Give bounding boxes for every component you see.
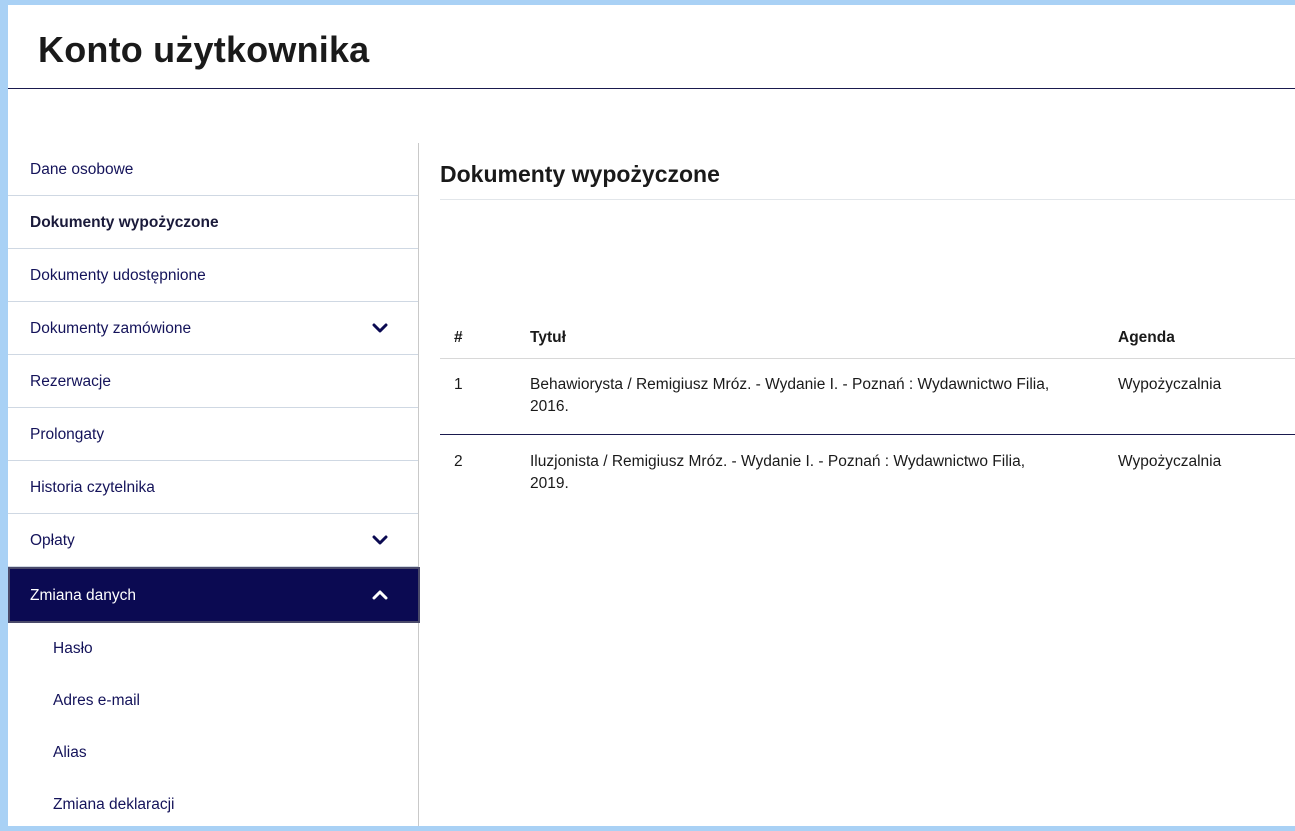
sidebar-item-label: Opłaty	[30, 532, 75, 549]
row-agenda: Wypożyczalnia	[1118, 376, 1222, 393]
table-header-row: # Tytuł Agenda	[440, 321, 1295, 359]
sidebar-item-label: Rezerwacje	[30, 373, 111, 390]
page-header: Konto użytkownika	[8, 5, 1295, 89]
table-row[interactable]: 1 Behawiorysta / Remigiusz Mróz. - Wydan…	[440, 359, 1295, 435]
sidebar-item-label: Zmiana danych	[30, 587, 136, 604]
sidebar-item-dokumenty-zamowione[interactable]: Dokumenty zamówione	[8, 302, 418, 355]
section-title: Dokumenty wypożyczone	[440, 161, 720, 187]
column-header-num: #	[454, 329, 463, 346]
row-number: 2	[454, 453, 463, 470]
sidebar-item-label: Dokumenty zamówione	[30, 320, 192, 337]
column-header-agenda[interactable]: Agenda	[1118, 329, 1175, 347]
chevron-down-icon[interactable]	[372, 532, 388, 548]
column-header-title[interactable]: Tytuł	[530, 329, 1050, 347]
sidebar-item-oplaty[interactable]: Opłaty	[8, 514, 418, 567]
sidebar-subitem-label: Zmiana deklaracji	[53, 796, 175, 813]
sidebar-item-zmiana-danych[interactable]: Zmiana danych	[8, 567, 420, 623]
sidebar-subitem-label: Alias	[53, 744, 87, 761]
sidebar-subitem-adres-email[interactable]: Adres e-mail	[8, 675, 418, 727]
page-title: Konto użytkownika	[38, 29, 370, 70]
sidebar-item-rezerwacje[interactable]: Rezerwacje	[8, 355, 418, 408]
sidebar-subitem-label: Adres e-mail	[53, 692, 140, 709]
row-number: 1	[454, 376, 463, 393]
row-title: Iluzjonista / Remigiusz Mróz. - Wydanie …	[530, 453, 1026, 492]
row-title: Behawiorysta / Remigiusz Mróz. - Wydanie…	[530, 376, 1050, 415]
sidebar-subitem-zmiana-deklaracji[interactable]: Zmiana deklaracji	[8, 779, 418, 831]
chevron-up-icon[interactable]	[372, 587, 388, 603]
sidebar-item-dokumenty-wypozyczone[interactable]: Dokumenty wypożyczone	[8, 196, 418, 249]
account-page: Konto użytkownika Dane osobowe Dokumenty…	[8, 5, 1295, 826]
table-row[interactable]: 2 Iluzjonista / Remigiusz Mróz. - Wydani…	[440, 436, 1295, 512]
sidebar-item-dokumenty-udostepnione[interactable]: Dokumenty udostępnione	[8, 249, 418, 302]
account-sidebar: Dane osobowe Dokumenty wypożyczone Dokum…	[8, 143, 420, 826]
section-divider	[440, 199, 1295, 200]
sidebar-item-label: Prolongaty	[30, 426, 105, 443]
sidebar-item-dane-osobowe[interactable]: Dane osobowe	[8, 143, 418, 196]
sidebar-subitem-label: Hasło	[53, 640, 93, 657]
sidebar-item-prolongaty[interactable]: Prolongaty	[8, 408, 418, 461]
sidebar-item-label: Dane osobowe	[30, 161, 134, 178]
sidebar-item-label: Dokumenty udostępnione	[30, 267, 206, 284]
sidebar-subitem-alias[interactable]: Alias	[8, 727, 418, 779]
sidebar-subitem-haslo[interactable]: Hasło	[8, 623, 418, 675]
sidebar-item-label: Historia czytelnika	[30, 479, 155, 496]
sidebar-item-historia-czytelnika[interactable]: Historia czytelnika	[8, 461, 418, 514]
chevron-down-icon[interactable]	[372, 320, 388, 336]
row-agenda: Wypożyczalnia	[1118, 453, 1222, 470]
sidebar-item-label: Dokumenty wypożyczone	[30, 214, 219, 231]
